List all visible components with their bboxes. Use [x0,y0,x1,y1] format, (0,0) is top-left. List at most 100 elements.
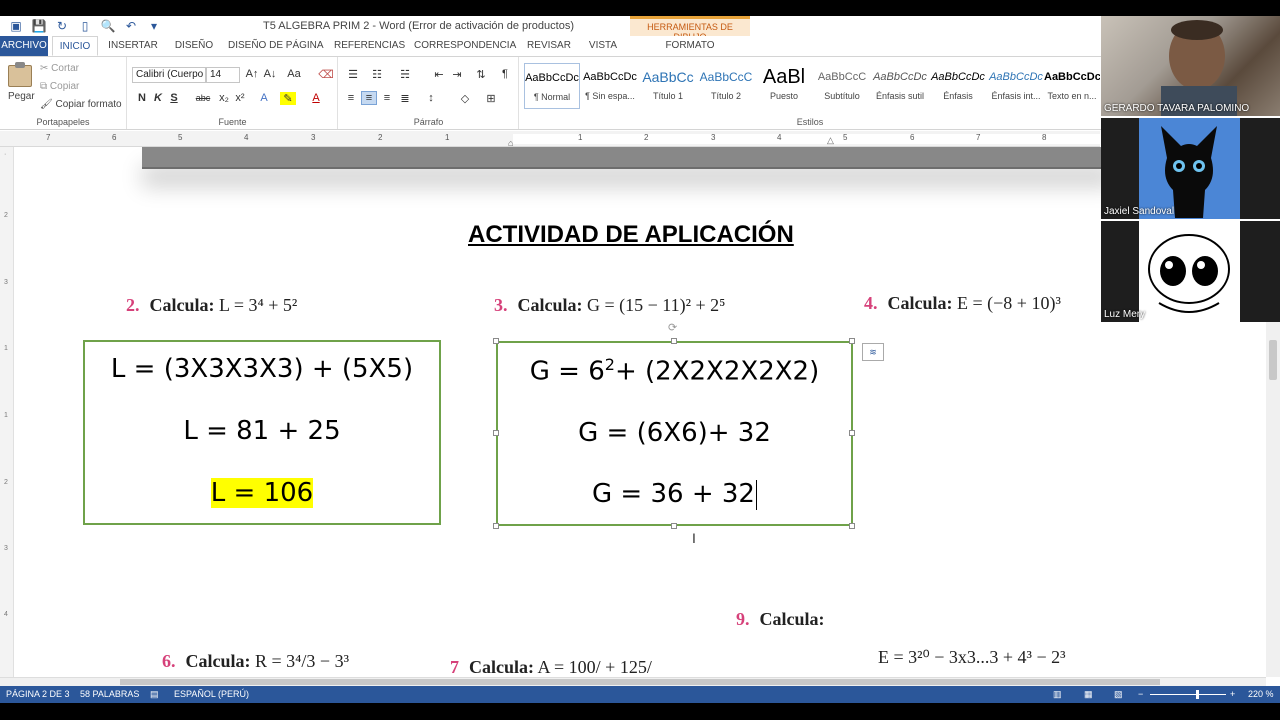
multilevel-list-icon[interactable]: ☵ [397,68,413,81]
superscript-button[interactable]: x² [232,92,248,104]
word-logo-icon[interactable]: ▣ [8,18,24,34]
resize-handle[interactable] [493,430,499,436]
decrease-indent-icon[interactable]: ⇤ [431,68,447,81]
page-count[interactable]: PÁGINA 2 DE 3 [6,689,70,699]
font-color-icon[interactable]: A [308,92,324,104]
rotate-handle-icon[interactable]: ⟳ [668,321,677,334]
change-case-icon[interactable]: Aa [286,68,302,80]
ruler-number: 5 [178,133,183,142]
line-spacing-icon[interactable]: ↕ [423,92,439,104]
answer-box-g[interactable]: G = 62+ (2X2X2X2X2) G = (6X6)+ 32 G = 36… [496,341,853,526]
style-normal[interactable]: AaBbCcDc ¶ Normal [524,63,580,109]
style-enfasis-sutil[interactable]: AaBbCcDc Énfasis sutil [872,63,928,109]
participant-tile-1[interactable]: GERARDO TAVARA PALOMINO [1101,16,1280,116]
resize-handle[interactable] [671,523,677,529]
zoom-out-icon[interactable]: − [1138,689,1143,699]
undo-arrow-icon[interactable]: ↶ [123,18,139,34]
justify-icon[interactable]: ≣ [397,92,413,105]
sort-icon[interactable]: ⇅ [473,68,489,81]
style-titulo-2[interactable]: AaBbCcC Título 2 [698,63,754,109]
zoom-in-icon[interactable]: + [1230,689,1235,699]
clear-format-icon[interactable]: ⌫ [318,68,334,81]
print-preview-icon[interactable]: 🔍 [100,18,116,34]
paste-icon[interactable] [8,62,32,87]
document-area[interactable]: ACTIVIDAD DE APLICACIÓN 2. Calcula: L = 3… [14,147,1266,677]
resize-handle[interactable] [493,523,499,529]
web-layout-icon[interactable]: ▧ [1114,689,1123,700]
align-left-icon[interactable]: ≡ [343,92,359,104]
vertical-scroll-thumb[interactable] [1269,340,1277,380]
proofing-icon[interactable]: ▤ [150,689,159,700]
new-doc-icon[interactable]: ▯ [77,18,93,34]
copy-button[interactable]: ⧉ Copiar [40,81,79,92]
vertical-scrollbar[interactable] [1266,322,1280,677]
text-effects-icon[interactable]: A [256,92,272,104]
zoom-level[interactable]: 220 % [1248,689,1274,699]
problem-expression: G = (15 − 11)² + 2⁵ [587,295,726,315]
resize-handle[interactable] [849,338,855,344]
vruler-mark: 1 [4,345,8,352]
tab-archivo[interactable]: ARCHIVO [0,36,48,56]
horizontal-ruler[interactable]: 7 6 5 4 3 2 1 1 2 3 4 5 6 7 8 ⌂ △ [0,131,1100,148]
tab-vista[interactable]: VISTA [584,36,622,56]
resize-handle[interactable] [493,338,499,344]
tab-inicio[interactable]: INICIO [52,36,98,56]
increase-indent-icon[interactable]: ⇥ [449,68,465,81]
tab-insertar[interactable]: INSERTAR [106,36,160,56]
style-enfasis-intenso[interactable]: AaBbCcDc Énfasis int... [988,63,1044,109]
cut-button[interactable]: ✂ Cortar [40,63,79,74]
paste-button[interactable]: Pegar [8,91,35,102]
right-indent-marker-icon[interactable]: △ [827,135,834,146]
layout-options-icon[interactable]: ≋ [862,343,884,361]
tab-diseno[interactable]: DISEÑO [170,36,218,56]
bold-button[interactable]: N [134,92,150,104]
answer-box-l[interactable]: L = (3X3X3X3) + (5X5) L = 81 + 25 L = 10… [83,340,441,525]
box-g-line-3[interactable]: G = 36 + 32 [498,479,851,510]
style-puesto[interactable]: AaBl Puesto [756,63,812,109]
show-marks-icon[interactable]: ¶ [497,68,513,80]
resize-handle[interactable] [849,523,855,529]
read-mode-icon[interactable]: ▥ [1053,689,1062,700]
resize-handle[interactable] [671,338,677,344]
language-indicator[interactable]: ESPAÑOL (PERÚ) [174,689,249,699]
resize-handle[interactable] [849,430,855,436]
horizontal-scrollbar[interactable] [0,677,1266,686]
repeat-icon[interactable]: ↻ [54,18,70,34]
customize-icon[interactable]: ▾ [146,18,162,34]
numbering-icon[interactable]: ☷ [369,68,385,81]
word-count[interactable]: 58 PALABRAS [80,689,139,699]
zoom-slider[interactable] [1150,694,1226,695]
align-center-icon[interactable]: ≡ [361,91,377,105]
style-sin-espaciado[interactable]: AaBbCcDc ¶ Sin espa... [582,63,638,109]
font-size-select[interactable]: 14 [206,67,240,83]
tab-revisar[interactable]: REVISAR [524,36,574,56]
tab-correspondencia[interactable]: CORRESPONDENCIA [414,36,516,56]
format-painter-button[interactable]: 🖌 Copiar formato [40,99,122,110]
tab-referencias[interactable]: REFERENCIAS [334,36,405,56]
print-layout-icon[interactable]: ▦ [1084,689,1093,700]
zoom-slider-thumb[interactable] [1196,690,1199,699]
style-texto-negrita[interactable]: AaBbCcDc Texto en n... [1044,63,1100,109]
align-right-icon[interactable]: ≡ [379,92,395,104]
borders-icon[interactable]: ⊞ [483,92,499,105]
participant-tile-2[interactable]: Jaxiel Sandoval [1101,118,1280,219]
save-icon[interactable]: 💾 [31,18,47,34]
shrink-font-icon[interactable]: A↓ [262,68,278,80]
subscript-button[interactable]: x₂ [216,92,232,104]
strikethrough-button[interactable]: abc [192,93,214,103]
italic-button[interactable]: K [150,92,166,104]
participant-tile-3[interactable]: Luz Mery [1101,221,1280,322]
tab-diseno-pagina[interactable]: DISEÑO DE PÁGINA [228,36,324,56]
style-enfasis[interactable]: AaBbCcDc Énfasis [930,63,986,109]
underline-button[interactable]: S [166,92,182,104]
bullets-icon[interactable]: ☰ [345,68,361,81]
font-name-select[interactable]: Calibri (Cuerpo [132,67,206,83]
style-titulo-1[interactable]: AaBbCc Título 1 [640,63,696,109]
horizontal-scroll-thumb[interactable] [120,679,1160,685]
grow-font-icon[interactable]: A↑ [244,68,260,80]
vertical-ruler[interactable]: · 2 3 1 1 2 3 4 [0,147,14,677]
style-subtitulo[interactable]: AaBbCcC Subtítulo [814,63,870,109]
tab-formato[interactable]: FORMATO [630,36,750,56]
shading-icon[interactable]: ◇ [457,92,473,105]
highlight-icon[interactable]: ✎ [280,92,296,105]
